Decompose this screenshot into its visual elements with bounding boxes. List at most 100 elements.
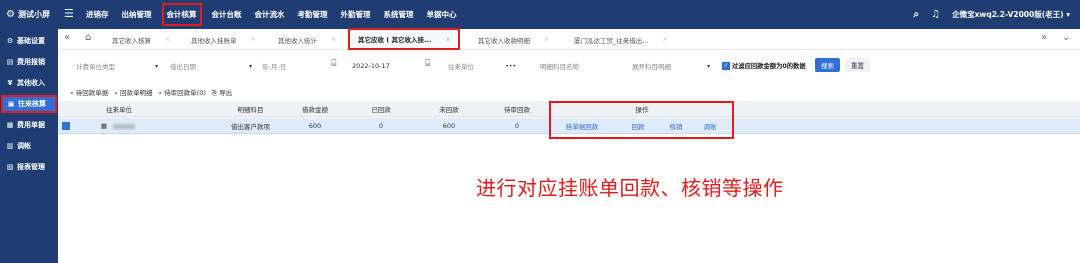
nav-inventory[interactable]: 进销存 [86,9,109,20]
tab-label: 其它收入核算 [112,36,151,45]
sidebar-item-label: 调帐 [17,142,31,150]
redacted-name [113,123,136,129]
col-pending-review[interactable]: 待审回款 [486,101,548,117]
sidebar: ⚙ 基础设置 ▤ 费用报销 ¥ 其他收入 ▣ 往来核算 ▦ 费用单据 ▥ 调帐 ▧ 报表管理 [0,29,58,263]
tab-other-income-accounting[interactable]: 其它收入核算 × [112,29,170,50]
col-amount[interactable]: 借款金额 [280,101,350,117]
subject-name-input[interactable]: 明细科目名称 [536,58,624,74]
tab-xiamen-loans[interactable]: 厦门泓达工贸_往来借出... × [574,29,667,50]
end-date-value: 2022-10-17 [352,62,390,70]
nav-attendance[interactable]: 考勤管理 [298,9,328,20]
sidebar-item-label: 报表管理 [17,163,45,171]
tab-label: 厦门泓达工贸_往来借出... [574,36,649,45]
filter-zero-checkbox[interactable]: ✓ 过滤应回款金额为0的数据 [722,61,806,70]
close-icon[interactable]: × [544,36,549,43]
sidebar-item-receivables[interactable]: ▣ 往来核算 [1,95,57,113]
counterparty-cell: ▦ [88,118,148,134]
receipt-detail-link[interactable]: ⌕ 回款单明细 [114,87,152,99]
unit-type-value: 计费单位类型 [76,63,115,71]
menu-icon[interactable]: ☰ [64,7,74,20]
tabs-prev-button[interactable]: « [64,32,70,43]
receipt-icon: ▤ [6,58,14,66]
brand[interactable]: ⚙ 测试小屏 [6,0,50,29]
sidebar-item-adjustment[interactable]: ▥ 调帐 [0,137,58,155]
search-icon: ⌕ [158,89,163,97]
sidebar-item-expense-documents[interactable]: ▦ 费用单据 [0,116,58,134]
ledger-icon: ▣ [7,100,15,108]
nav-field[interactable]: 外勤管理 [341,9,371,20]
pending-review-link[interactable]: ⌕ 待审回款单(0) [158,87,205,99]
close-icon[interactable]: × [662,36,667,43]
end-date-input[interactable]: 2022-10-17 [348,58,418,74]
sidebar-item-basic-settings[interactable]: ⚙ 基础设置 [0,32,58,50]
more-icon[interactable]: ••• [505,63,516,70]
home-icon[interactable]: ⌂ [85,32,91,43]
settings-icon: ⚙ [6,37,14,45]
date-type-value: 借出日期 [170,63,196,71]
col-returned[interactable]: 已回款 [350,101,412,117]
chevron-down-icon: ▾ [706,62,710,70]
start-date-input[interactable]: 年-月-日 [258,58,328,74]
close-icon[interactable]: × [445,36,450,43]
chevron-down-icon: ▾ [248,62,252,70]
nav-documents[interactable]: 单据中心 [427,9,457,20]
unit-type-select[interactable]: 计费单位类型 ▾ [72,58,162,74]
col-counterparty[interactable]: 往来单位 [72,101,166,117]
nav-cashier[interactable]: 出纳管理 [122,9,152,20]
nav-journal[interactable]: 会计流水 [255,9,285,20]
check-icon: ✓ [722,61,730,70]
close-icon[interactable]: × [165,36,170,43]
tabs-dropdown-icon[interactable]: ⌄ [1062,32,1070,43]
counterparty-input[interactable]: 往来单位 ••• [444,58,520,74]
pending-receipts-link[interactable]: ⌕ 待回款单据 [70,87,108,99]
top-right-tools: ⌕ ♫ 企微宝xwq2.2-V2000版(老王) ▾ [914,0,1071,29]
amount-cell: 600 [308,122,322,130]
operations-highlight [549,101,734,139]
user-menu[interactable]: 企微宝xwq2.2-V2000版(老王) ▾ [952,9,1070,20]
filter-bar: 计费单位类型 ▾ 借出日期 ▾ 年-月-日 ⌸ 2022-10-17 ⌸ 往来单位 •… [58,50,1080,84]
calendar-icon[interactable]: ⌸ [425,59,430,69]
tab-label: 其它应收 ( 其它收入挂... [358,36,432,44]
nav-accounting[interactable]: 会计核算 [161,3,202,26]
receipt-detail-label: 回款单明细 [119,89,153,97]
counterparty-placeholder: 往来单位 [448,63,474,71]
nav-system[interactable]: 系统管理 [384,9,414,20]
tab-other-receivables[interactable]: 其它应收 ( 其它收入挂... × [348,28,461,50]
building-icon: ▦ [100,122,108,130]
search-button[interactable]: 搜索 [815,58,840,72]
reset-button[interactable]: 重置 [845,58,870,72]
bell-icon[interactable]: ♫ [931,9,940,20]
date-type-select[interactable]: 借出日期 ▾ [166,58,256,74]
row-checkbox[interactable] [62,122,70,130]
tab-label: 其他收入统计 [278,36,317,45]
gear-icon: ⚙ [6,9,15,20]
tabs-next-button[interactable]: » [1041,32,1047,43]
calendar-icon[interactable]: ⌸ [331,59,336,69]
sidebar-item-label: 往来核算 [18,100,46,108]
returned-cell: 0 [378,122,384,130]
sidebar-item-reports[interactable]: ▧ 报表管理 [0,158,58,176]
export-button[interactable]: ⎘ 导出 [212,87,232,99]
tab-income-receipt-detail[interactable]: 其它收入收款明细 × [478,29,549,50]
brand-name: 测试小屏 [17,10,50,19]
subject-detail-value: 展开科目明细 [632,63,671,71]
chevron-down-icon: ▾ [154,62,158,70]
subject-detail-select[interactable]: 展开科目明细 ▾ [628,58,714,74]
pending-cell: 0 [514,122,520,130]
tab-label: 其他收入挂账单 [191,36,237,45]
sidebar-item-label: 基础设置 [17,37,45,45]
top-navigation-bar: ⚙ 测试小屏 ☰ 进销存 出纳管理 会计核算 会计台账 会计流水 考勤管理 外勤管… [0,0,1080,29]
col-unreturned[interactable]: 未回款 [414,101,484,117]
close-icon[interactable]: × [251,36,256,43]
sidebar-item-label: 费用单据 [17,121,45,129]
close-icon[interactable]: × [331,36,336,43]
search-icon[interactable]: ⌕ [914,9,920,20]
tab-other-income-bills[interactable]: 其他收入挂账单 × [191,29,256,50]
export-icon: ⎘ [211,89,218,97]
sidebar-item-other-income[interactable]: ¥ 其他收入 [0,74,58,92]
tab-label: 其它收入收款明细 [478,36,530,45]
subject-name-placeholder: 明细科目名称 [540,63,579,71]
tab-other-income-stats[interactable]: 其他收入统计 × [278,29,336,50]
nav-ledger[interactable]: 会计台账 [212,9,242,20]
sidebar-item-expense-reimbursement[interactable]: ▤ 费用报销 [0,53,58,71]
